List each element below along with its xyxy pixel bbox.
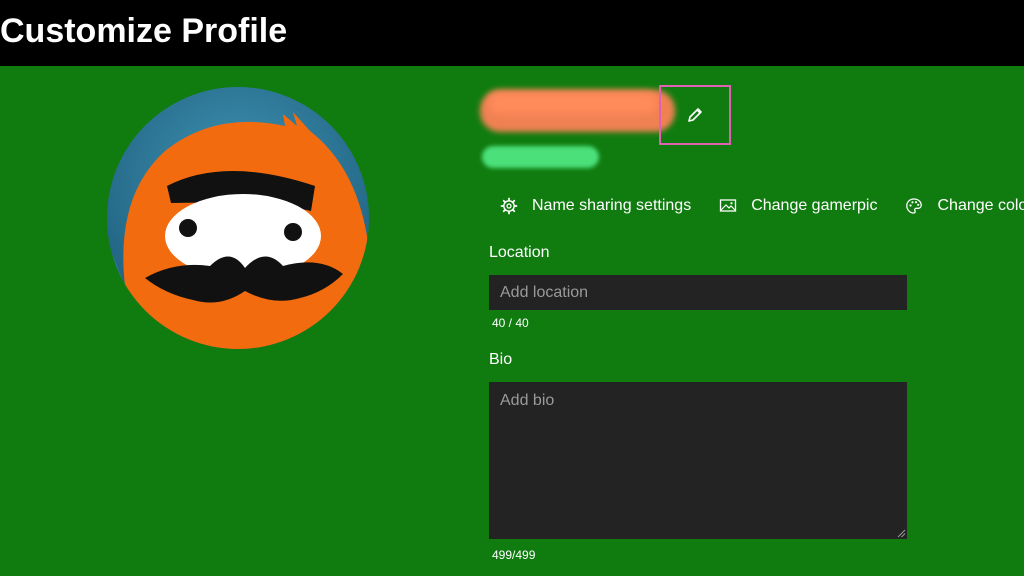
location-label: Location [489, 244, 550, 261]
gamertag-redacted-highlight [488, 92, 658, 114]
profile-actions: Name sharing settings Change gamerpic Ch… [500, 194, 1024, 218]
profile-panel: Name sharing settings Change gamerpic Ch… [0, 66, 1024, 576]
location-input[interactable] [489, 275, 907, 310]
real-name-redacted [482, 146, 599, 168]
name-sharing-settings-label: Name sharing settings [532, 197, 692, 214]
change-color-button[interactable]: Change color [905, 197, 1024, 215]
name-sharing-settings-button[interactable]: Name sharing settings [500, 197, 691, 215]
gamerpic-avatar [107, 87, 369, 349]
change-color-label: Change color [937, 197, 1024, 214]
page-title: Customize Profile [0, 12, 288, 50]
picture-icon [719, 197, 737, 215]
resize-grip-icon[interactable] [896, 528, 906, 538]
change-gamerpic-label: Change gamerpic [751, 197, 878, 214]
bio-textarea[interactable] [489, 382, 907, 539]
edit-name-button[interactable] [659, 85, 731, 145]
bio-char-counter: 499/499 [492, 548, 536, 562]
palette-icon [905, 197, 923, 215]
pencil-icon [688, 108, 702, 122]
change-gamerpic-button[interactable]: Change gamerpic [719, 197, 877, 215]
bio-label: Bio [489, 351, 513, 368]
header-bar: Customize Profile [0, 0, 1024, 66]
location-char-counter: 40 / 40 [492, 316, 529, 330]
gear-icon [500, 197, 518, 215]
